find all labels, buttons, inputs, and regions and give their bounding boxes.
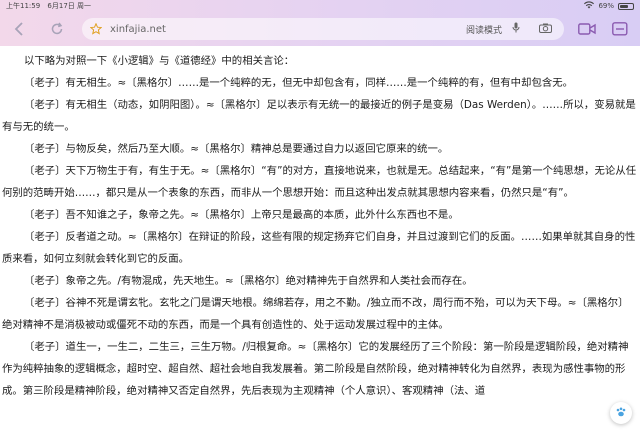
url-text: xinfajia.net xyxy=(110,23,166,35)
paragraph: 〔老子〕象帝之先。/有物混成，先天地生。≈〔黑格尔〕绝对精神先于自然界和人类社会… xyxy=(24,275,473,287)
video-button[interactable] xyxy=(578,20,596,38)
paragraph: 〔老子〕道生一，一生二，二生三，三生万物。/归根复命。≈〔黑格尔〕它的发展经历了… xyxy=(2,341,629,397)
article-intro: 以下略为对照一下《小逻辑》与《道德经》中的相关言论： xyxy=(24,55,295,67)
paragraph: 〔老子〕有无相生。≈〔黑格尔〕……是一个纯粹的无，但无中却包含有，同样……是一个… xyxy=(24,77,574,89)
chevron-left-icon xyxy=(14,22,23,36)
tabs-icon xyxy=(612,22,628,36)
paragraph: 〔老子〕反者道之动。≈〔黑格尔〕在辩证的阶段，这些有限的规定扬弃它们自身，并且过… xyxy=(2,231,636,265)
status-date: 6月17日 周一 xyxy=(47,2,92,10)
back-button[interactable] xyxy=(8,18,30,40)
paragraph: 〔老子〕天下万物生于有，有生于无。≈〔黑格尔〕“有”的对方，直接地说来，也就是无… xyxy=(2,165,637,199)
reader-mode-button[interactable]: 阅读模式 xyxy=(466,23,502,36)
paragraph: 〔老子〕吾不知谁之子，象帝之先。≈〔黑格尔〕上帝只是最高的本质，此外什么东西也不… xyxy=(24,209,459,221)
refresh-button[interactable] xyxy=(46,18,68,40)
wifi-icon xyxy=(584,1,595,11)
paragraph: 〔老子〕与物反矣，然后乃至大顺。≈〔黑格尔〕精神总是要通过自力以返回它原来的统一… xyxy=(24,143,449,155)
paragraph: 〔老子〕有无相生（动态，如阴阳图）。≈〔黑格尔〕足以表示有无统一的最接近的例子是… xyxy=(2,99,636,133)
video-icon xyxy=(578,23,596,35)
paw-icon xyxy=(615,406,627,421)
star-icon[interactable] xyxy=(90,23,102,35)
browser-chrome: 上午11:59 6月17日 周一 69% xinfajia.net 阅读模式 xyxy=(0,0,640,46)
battery-icon xyxy=(618,2,634,10)
browser-toolbar: xinfajia.net 阅读模式 xyxy=(0,14,640,44)
tabs-button[interactable] xyxy=(612,20,628,38)
microphone-icon[interactable] xyxy=(512,22,520,36)
battery-percent: 69% xyxy=(598,2,614,10)
status-time: 上午11:59 xyxy=(6,2,41,10)
status-bar: 上午11:59 6月17日 周一 69% xyxy=(0,0,640,12)
address-bar[interactable]: xinfajia.net 阅读模式 xyxy=(82,18,564,40)
battery-fill xyxy=(620,4,629,8)
camera-icon[interactable] xyxy=(539,23,552,36)
refresh-icon xyxy=(51,22,63,35)
floating-assistant-button[interactable] xyxy=(610,402,632,424)
paragraph: 〔老子〕谷神不死是谓玄牝。玄牝之门是谓天地根。绵绵若存，用之不勤。/独立而不改，… xyxy=(2,297,629,331)
article-content: 以下略为对照一下《小逻辑》与《道德经》中的相关言论： 〔老子〕有无相生。≈〔黑格… xyxy=(0,50,640,432)
